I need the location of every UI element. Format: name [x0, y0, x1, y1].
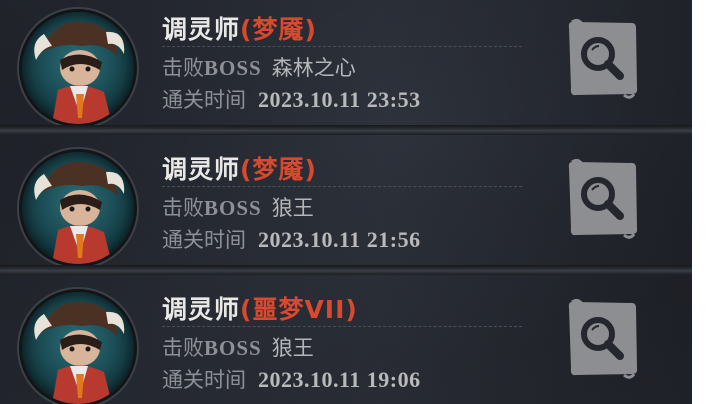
magnifier-icon	[568, 158, 638, 239]
row-separator	[0, 265, 692, 275]
time-line: 通关时间 2023.10.11 19:06	[162, 364, 421, 394]
record-row: 调灵师(噩梦VII) 击败BOSS 狼王 通关时间 2023.10.11 19:06	[0, 274, 692, 404]
character-portrait-icon	[22, 12, 134, 124]
time-line: 通关时间 2023.10.11 21:56	[162, 224, 421, 254]
defeat-label: 击败	[162, 196, 204, 220]
records-panel: 调灵师(梦魇) 击败BOSS 森林之心 通关时间 2023.10.11 23:53	[0, 0, 692, 404]
clear-time: 2023.10.11 21:56	[258, 227, 421, 252]
boss-name: 森林之心	[271, 56, 356, 80]
difficulty-label: (梦魇)	[240, 155, 317, 184]
record-title: 调灵师(梦魇)	[162, 10, 317, 46]
class-name: 调灵师	[162, 155, 241, 184]
record-list: 调灵师(梦魇) 击败BOSS 森林之心 通关时间 2023.10.11 23:53	[0, 0, 692, 404]
view-record-button[interactable]	[562, 16, 644, 100]
divider	[162, 186, 522, 187]
magnifier-icon	[568, 298, 638, 379]
boss-label: BOSS	[204, 336, 262, 360]
record-title: 调灵师(梦魇)	[162, 150, 317, 186]
clear-time: 2023.10.11 19:06	[258, 367, 421, 392]
magnifier-icon	[568, 18, 638, 99]
class-name: 调灵师	[162, 15, 241, 44]
time-line: 通关时间 2023.10.11 23:53	[162, 84, 421, 114]
boss-line: 击败BOSS 狼王	[162, 332, 314, 362]
divider	[162, 326, 522, 327]
character-portrait-icon	[22, 292, 134, 404]
character-portrait-icon	[22, 152, 134, 264]
boss-label: BOSS	[204, 196, 262, 220]
difficulty-label: (噩梦VII)	[240, 295, 358, 324]
divider	[162, 46, 522, 47]
time-label: 通关时间	[162, 88, 246, 112]
boss-line: 击败BOSS 森林之心	[162, 52, 356, 82]
clear-time: 2023.10.11 23:53	[258, 87, 421, 112]
class-name: 调灵师	[162, 295, 241, 324]
row-separator	[0, 125, 692, 135]
difficulty-label: (梦魇)	[240, 15, 317, 44]
boss-line: 击败BOSS 狼王	[162, 192, 314, 222]
record-row: 调灵师(梦魇) 击败BOSS 森林之心 通关时间 2023.10.11 23:53	[0, 0, 692, 130]
boss-label: BOSS	[204, 56, 262, 80]
boss-name: 狼王	[271, 196, 314, 220]
boss-name: 狼王	[271, 336, 314, 360]
record-title: 调灵师(噩梦VII)	[162, 290, 358, 326]
time-label: 通关时间	[162, 228, 246, 252]
defeat-label: 击败	[162, 56, 204, 80]
view-record-button[interactable]	[562, 296, 644, 380]
record-row: 调灵师(梦魇) 击败BOSS 狼王 通关时间 2023.10.11 21:56	[0, 134, 692, 270]
view-record-button[interactable]	[562, 156, 644, 240]
time-label: 通关时间	[162, 368, 246, 392]
defeat-label: 击败	[162, 336, 204, 360]
